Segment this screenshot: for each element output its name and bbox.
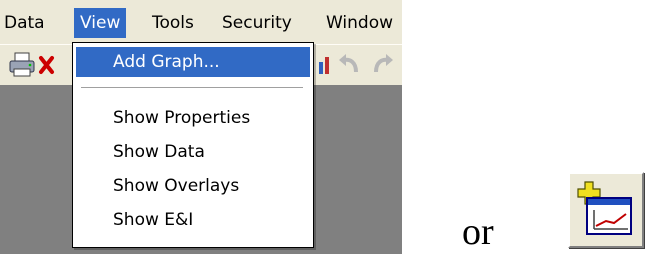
menu-bar: Data View Tools Security Window: [0, 0, 402, 44]
undo-arrow-icon[interactable]: [336, 52, 362, 78]
menu-item-show-ei[interactable]: Show E&I: [76, 205, 310, 235]
menu-view[interactable]: View: [74, 8, 127, 38]
printer-icon[interactable]: [8, 52, 38, 78]
menu-security[interactable]: Security: [222, 8, 292, 38]
menu-item-show-properties[interactable]: Show Properties: [76, 103, 310, 133]
or-text: or: [462, 211, 494, 253]
application-screenshot: Data View Tools Security Window Add Grap…: [0, 0, 402, 254]
add-graph-button[interactable]: [568, 172, 644, 248]
menu-separator: [81, 87, 303, 89]
menu-tools[interactable]: Tools: [152, 8, 194, 38]
menu-item-show-overlays[interactable]: Show Overlays: [76, 171, 310, 201]
view-menu-dropdown: Add Graph... Show Properties Show Data S…: [72, 42, 314, 248]
delete-x-icon[interactable]: [38, 52, 58, 78]
menu-item-add-graph[interactable]: Add Graph...: [76, 47, 310, 77]
menu-item-show-data[interactable]: Show Data: [76, 137, 310, 167]
chart-icon[interactable]: [318, 52, 332, 78]
menu-window[interactable]: Window: [326, 8, 393, 38]
add-graph-icon: [577, 181, 632, 235]
redo-arrow-icon[interactable]: [370, 52, 396, 78]
menu-data[interactable]: Data: [4, 8, 45, 38]
